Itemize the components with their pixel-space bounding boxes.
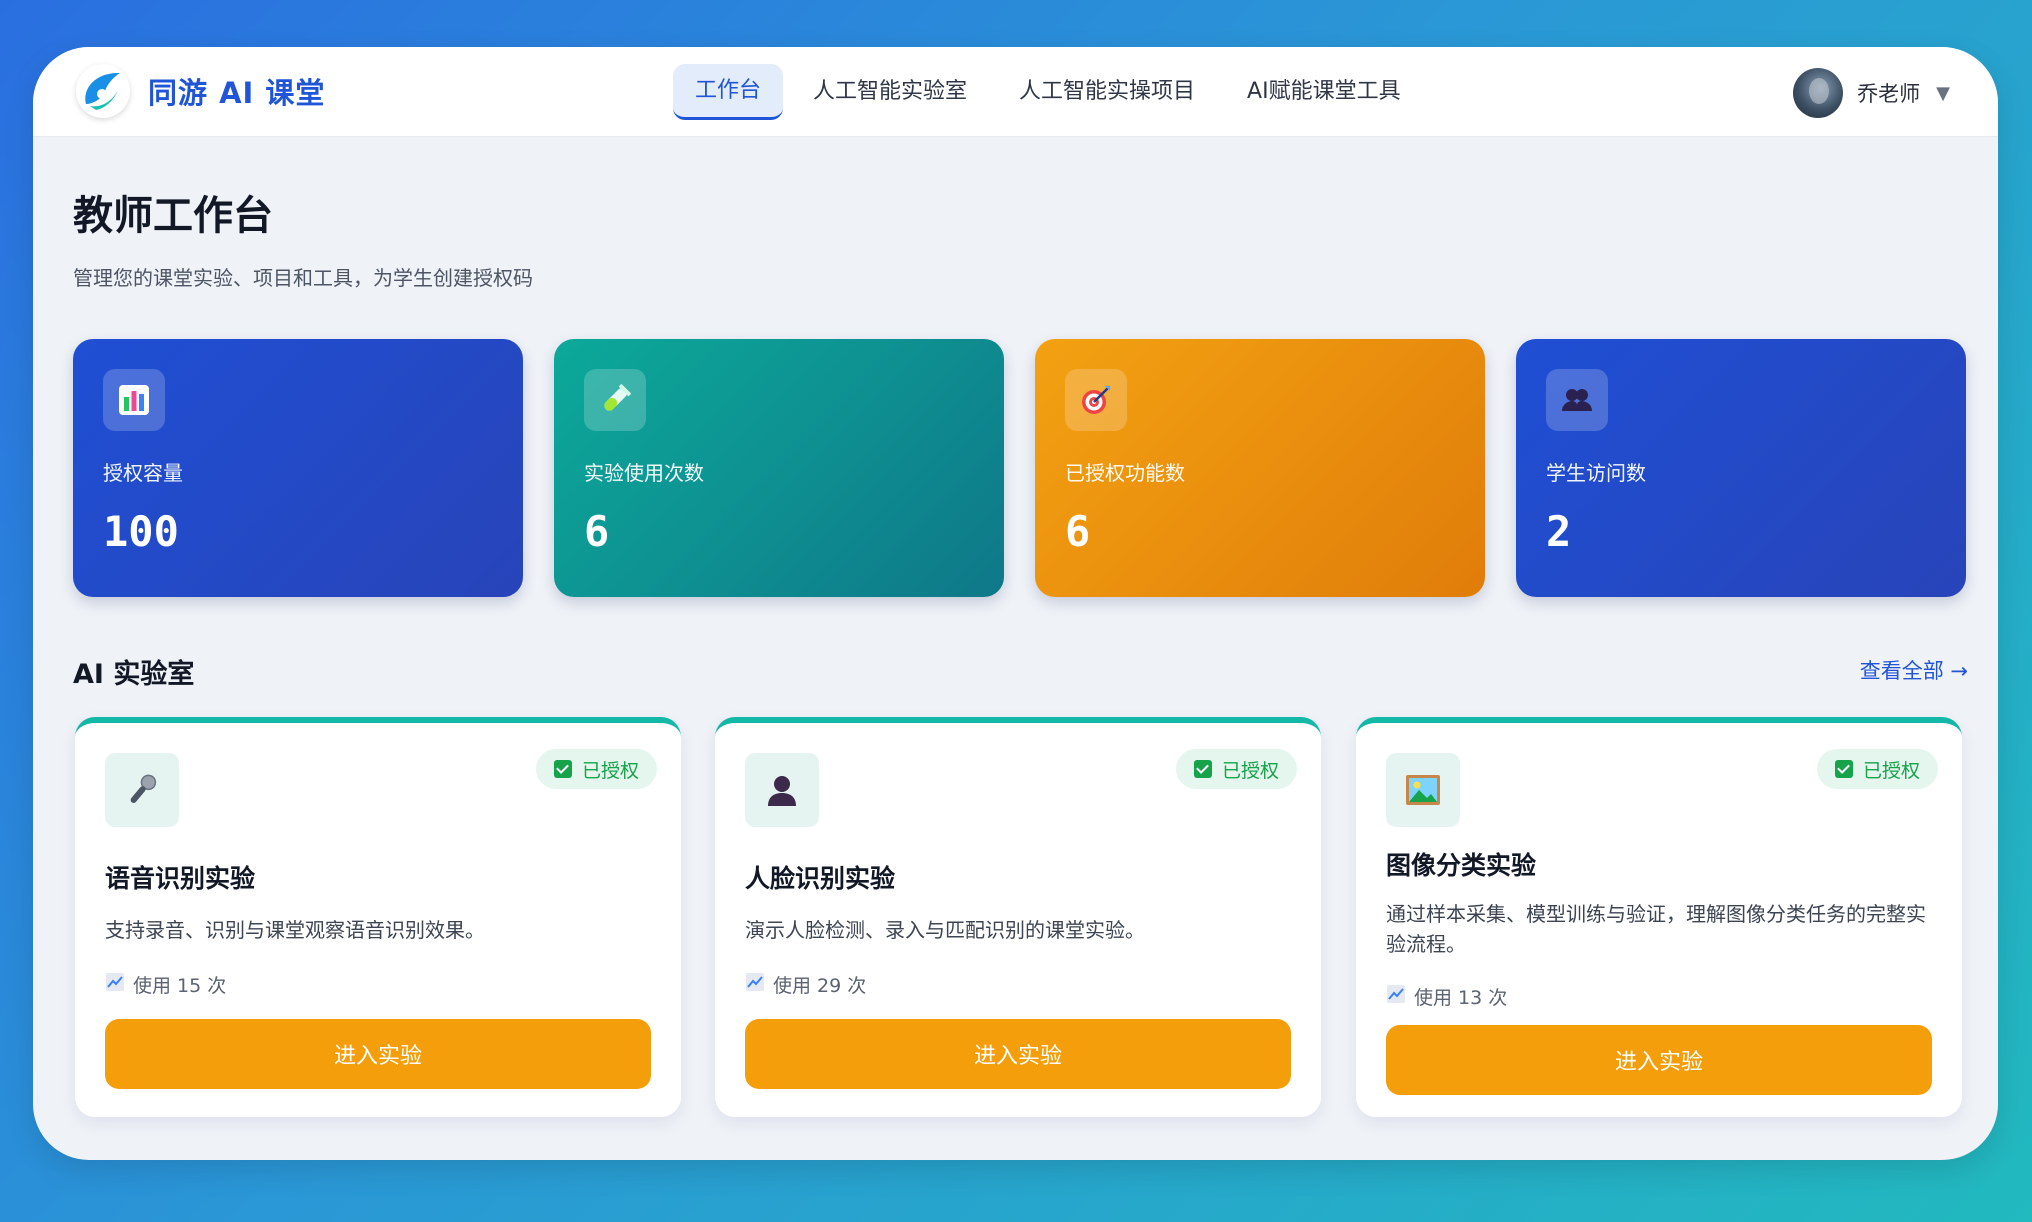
bar-chart-icon xyxy=(103,369,165,431)
brand-name: 同游 AI 课堂 xyxy=(148,76,326,110)
top-navbar: 同游 AI 课堂 工作台 人工智能实验室 人工智能实操项目 AI赋能课堂工具 乔… xyxy=(33,47,1998,137)
authorized-badge: 已授权 xyxy=(1175,749,1297,789)
target-icon xyxy=(1065,369,1127,431)
stat-card-student-visits: 学生访问数 2 xyxy=(1516,339,1966,597)
stat-card-license-capacity: 授权容量 100 xyxy=(73,339,523,597)
enter-experiment-button[interactable]: 进入实验 xyxy=(1386,1025,1932,1095)
badge-label: 已授权 xyxy=(1862,759,1920,782)
card-title: 语音识别实验 xyxy=(105,864,256,893)
trend-chart-icon xyxy=(105,972,125,997)
test-tube-icon xyxy=(584,369,646,431)
usage-count: 使用 29 次 xyxy=(773,975,867,997)
microphone-icon xyxy=(105,753,179,827)
section-title-ai-lab: AI 实验室 xyxy=(73,659,195,690)
stat-card-experiment-uses: 实验使用次数 6 xyxy=(554,339,1004,597)
avatar[interactable] xyxy=(1793,68,1844,118)
logo-icon xyxy=(76,64,130,118)
stat-value: 100 xyxy=(103,507,179,556)
user-name: 乔老师 xyxy=(1857,82,1921,106)
stat-value: 2 xyxy=(1546,507,1572,556)
stat-value: 6 xyxy=(1065,507,1091,556)
authorized-badge: 已授权 xyxy=(1816,749,1938,789)
trend-chart-icon xyxy=(1386,984,1406,1009)
app-window: 同游 AI 课堂 工作台 人工智能实验室 人工智能实操项目 AI赋能课堂工具 乔… xyxy=(33,47,1998,1160)
enter-experiment-button[interactable]: 进入实验 xyxy=(105,1019,651,1089)
stat-label: 授权容量 xyxy=(103,461,183,485)
main-nav: 工作台 人工智能实验室 人工智能实操项目 AI赋能课堂工具 xyxy=(673,63,1431,121)
card-description: 通过样本采集、模型训练与验证，理解图像分类任务的完整实验流程。 xyxy=(1386,902,1926,956)
card-title: 图像分类实验 xyxy=(1386,851,1537,880)
card-usage: 使用 29 次 xyxy=(745,971,866,998)
nav-item-ai-lab[interactable]: 人工智能实验室 xyxy=(791,65,989,119)
check-icon xyxy=(1834,760,1853,778)
chevron-down-icon[interactable]: ▼ xyxy=(1936,83,1950,104)
stat-label: 实验使用次数 xyxy=(584,461,704,485)
enter-experiment-button[interactable]: 进入实验 xyxy=(745,1019,1291,1089)
nav-item-workbench[interactable]: 工作台 xyxy=(673,64,784,120)
brand[interactable]: 同游 AI 课堂 xyxy=(76,59,325,123)
trend-chart-icon xyxy=(745,972,765,997)
stat-card-authorized-features: 已授权功能数 6 xyxy=(1035,339,1485,597)
page-subtitle: 管理您的课堂实验、项目和工具，为学生创建授权码 xyxy=(73,266,533,290)
user-menu[interactable]: 乔老师 ▼ xyxy=(1793,66,1950,120)
person-icon xyxy=(745,753,819,827)
page-title: 教师工作台 xyxy=(73,193,273,239)
nav-item-ai-projects[interactable]: 人工智能实操项目 xyxy=(997,65,1217,119)
usage-count: 使用 15 次 xyxy=(133,975,227,997)
stat-value: 6 xyxy=(584,507,610,556)
authorized-badge: 已授权 xyxy=(535,749,657,789)
lab-card-speech-recognition: 已授权 语音识别实验 支持录音、识别与课堂观察语音识别效果。 使用 15 次 进… xyxy=(75,717,681,1117)
view-all-link[interactable]: 查看全部 → xyxy=(1860,655,1968,685)
usage-count: 使用 13 次 xyxy=(1414,987,1508,1009)
badge-label: 已授权 xyxy=(581,759,639,782)
lab-card-image-classification: 已授权 图像分类实验 通过样本采集、模型训练与验证，理解图像分类任务的完整实验流… xyxy=(1356,717,1962,1117)
card-title: 人脸识别实验 xyxy=(745,864,896,893)
stat-label: 已授权功能数 xyxy=(1065,461,1185,485)
users-icon xyxy=(1546,369,1608,431)
nav-item-ai-tools[interactable]: AI赋能课堂工具 xyxy=(1225,65,1423,119)
card-description: 演示人脸检测、录入与匹配识别的课堂实验。 xyxy=(745,918,1145,942)
stat-label: 学生访问数 xyxy=(1546,461,1646,485)
card-usage: 使用 13 次 xyxy=(1386,983,1507,1010)
lab-cards: 已授权 语音识别实验 支持录音、识别与课堂观察语音识别效果。 使用 15 次 进… xyxy=(75,717,1965,1117)
badge-label: 已授权 xyxy=(1221,759,1279,782)
card-description: 支持录音、识别与课堂观察语音识别效果。 xyxy=(105,918,485,942)
card-usage: 使用 15 次 xyxy=(105,971,226,998)
picture-icon xyxy=(1386,753,1460,827)
lab-card-face-recognition: 已授权 人脸识别实验 演示人脸检测、录入与匹配识别的课堂实验。 使用 29 次 … xyxy=(715,717,1321,1117)
stats-row: 授权容量 100 实验使用次数 6 已授权功能数 6 学生访问数 2 xyxy=(73,339,1966,597)
check-icon xyxy=(553,760,572,778)
check-icon xyxy=(1193,760,1212,778)
